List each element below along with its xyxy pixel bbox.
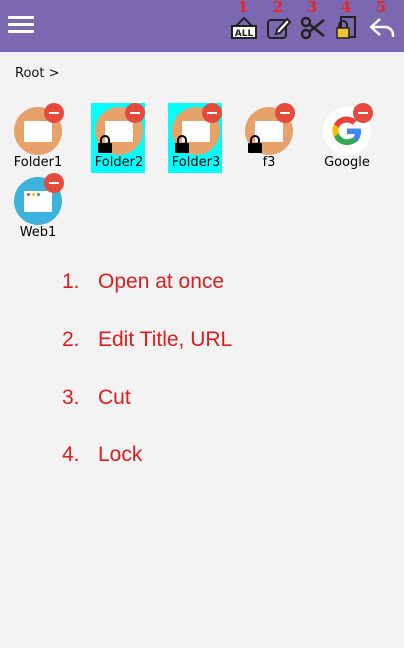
remove-icon[interactable] — [44, 173, 64, 193]
cut-button[interactable] — [299, 14, 327, 42]
legend-text: Cut — [98, 386, 131, 409]
remove-icon[interactable] — [44, 103, 64, 123]
remove-icon[interactable] — [353, 103, 373, 123]
top-app-bar: ALL 1 2 3 4 5 — [0, 0, 404, 52]
legend-number: 2. — [62, 328, 80, 351]
toolbar-number-1: 1 — [237, 0, 249, 16]
edit-icon — [267, 17, 292, 39]
legend-item-1: 1. Open at once — [62, 270, 224, 294]
open-all-badge-text: ALL — [235, 29, 254, 39]
open-all-button[interactable]: ALL — [230, 14, 258, 42]
lock-icon — [175, 135, 189, 153]
legend-item-2: 2. Edit Title, URL — [62, 328, 232, 352]
scissors-icon — [300, 16, 325, 40]
legend-number: 3. — [62, 386, 80, 409]
toolbar-number-4: 4 — [340, 0, 352, 16]
legend-number: 4. — [62, 443, 80, 466]
item-label: Web1 — [19, 225, 57, 240]
edit-button[interactable] — [265, 14, 293, 42]
legend-text: Edit Title, URL — [98, 328, 233, 351]
hamburger-menu-icon[interactable] — [8, 12, 34, 40]
remove-icon[interactable] — [125, 103, 145, 123]
legend-item-4: 4. Lock — [62, 443, 142, 467]
item-label: Folder3 — [171, 155, 221, 170]
item-label: f3 — [262, 155, 276, 170]
lock-icon — [98, 135, 112, 153]
toolbar-number-3: 3 — [306, 0, 318, 16]
reply-back-icon — [369, 18, 395, 37]
legend-text: Open at once — [98, 270, 225, 293]
lock-icon — [248, 135, 262, 153]
open-all-icon: ALL — [231, 16, 257, 39]
item-label: Folder2 — [94, 155, 144, 170]
item-label: Google — [324, 155, 370, 170]
breadcrumb[interactable]: Root > — [15, 66, 59, 81]
remove-icon[interactable] — [275, 103, 295, 123]
legend-item-3: 3. Cut — [62, 386, 131, 410]
legend-number: 1. — [62, 270, 80, 293]
item-label: Folder1 — [13, 155, 63, 170]
toolbar-number-5: 5 — [375, 0, 387, 16]
legend-text: Lock — [98, 443, 143, 466]
toolbar-number-2: 2 — [272, 0, 284, 16]
remove-icon[interactable] — [202, 103, 222, 123]
lock-icon — [336, 16, 356, 39]
lock-button[interactable] — [333, 14, 361, 42]
back-button[interactable] — [368, 14, 396, 42]
